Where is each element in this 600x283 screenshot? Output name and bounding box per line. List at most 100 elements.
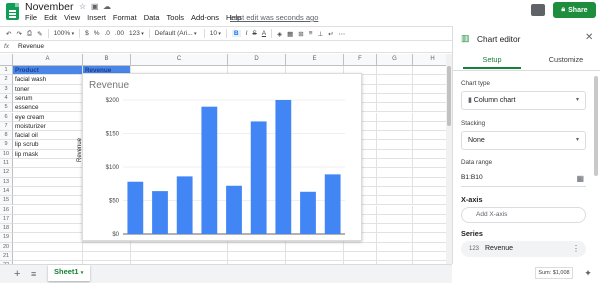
bar-eye-cream[interactable] bbox=[226, 185, 242, 234]
zoom-select[interactable]: 100% bbox=[54, 30, 75, 37]
row-header[interactable]: 6 bbox=[0, 112, 13, 122]
bar-essence[interactable] bbox=[201, 106, 218, 234]
table-cell[interactable] bbox=[413, 206, 446, 215]
menu-edit[interactable]: Edit bbox=[44, 13, 57, 23]
table-cell[interactable] bbox=[13, 168, 83, 178]
table-cell[interactable] bbox=[413, 215, 446, 225]
table-cell[interactable] bbox=[13, 205, 83, 215]
more-options-icon[interactable]: ⋮ bbox=[572, 241, 580, 257]
row-header[interactable]: 19 bbox=[0, 233, 13, 243]
column-header-a[interactable]: A bbox=[13, 54, 83, 66]
italic-button[interactable]: I bbox=[246, 30, 248, 37]
table-cell[interactable] bbox=[413, 75, 446, 85]
table-cell[interactable] bbox=[377, 186, 413, 197]
row-header[interactable]: 20 bbox=[0, 242, 13, 252]
all-sheets-button[interactable]: ≡ bbox=[31, 269, 36, 279]
table-cell[interactable] bbox=[13, 242, 83, 252]
column-header-b[interactable]: B bbox=[83, 54, 131, 66]
menu-data[interactable]: Data bbox=[144, 13, 160, 23]
table-cell[interactable] bbox=[377, 159, 413, 169]
text-wrap-icon[interactable]: ↵ bbox=[328, 30, 333, 38]
row-header[interactable]: 18 bbox=[0, 224, 13, 234]
table-cell[interactable] bbox=[344, 242, 377, 252]
currency-format-button[interactable]: $ bbox=[85, 30, 89, 37]
table-cell[interactable] bbox=[377, 205, 413, 215]
sheets-logo-icon[interactable] bbox=[6, 3, 19, 20]
table-cell[interactable] bbox=[377, 252, 413, 262]
table-cell[interactable] bbox=[377, 121, 413, 132]
decrease-decimal-button[interactable]: .0 bbox=[105, 30, 110, 37]
table-cell[interactable] bbox=[377, 196, 413, 206]
share-button[interactable]: 🔒︎ Share bbox=[553, 2, 596, 18]
table-cell[interactable]: lip scrub bbox=[13, 140, 83, 150]
row-header[interactable]: 5 bbox=[0, 103, 13, 113]
data-range-input[interactable]: B1:B10 ▦ bbox=[461, 170, 586, 187]
row-header[interactable]: 21 bbox=[0, 252, 13, 262]
fill-color-icon[interactable]: ◈ bbox=[277, 30, 282, 38]
table-cell[interactable] bbox=[83, 252, 131, 262]
row-header[interactable]: 1 bbox=[0, 66, 13, 76]
close-icon[interactable]: ✕ bbox=[585, 32, 593, 43]
column-header-f[interactable]: F bbox=[344, 54, 377, 66]
row-header[interactable]: 4 bbox=[0, 93, 13, 104]
undo-icon[interactable]: ↶ bbox=[6, 30, 11, 38]
menu-insert[interactable]: Insert bbox=[87, 13, 106, 23]
table-cell[interactable] bbox=[13, 252, 83, 262]
table-cell[interactable] bbox=[13, 224, 83, 234]
table-cell[interactable] bbox=[377, 112, 413, 122]
table-cell[interactable] bbox=[13, 159, 83, 169]
table-cell[interactable] bbox=[344, 252, 377, 262]
align-vertical-icon[interactable]: ⊥ bbox=[317, 30, 323, 38]
select-range-icon[interactable]: ▦ bbox=[576, 171, 584, 186]
text-color-button[interactable]: A bbox=[262, 30, 266, 37]
table-cell[interactable] bbox=[377, 75, 413, 85]
more-formats-select[interactable]: 123 bbox=[129, 30, 144, 37]
column-header-c[interactable]: C bbox=[131, 54, 228, 66]
bar-toner[interactable] bbox=[152, 191, 168, 234]
table-cell[interactable] bbox=[377, 224, 413, 234]
table-cell[interactable] bbox=[286, 252, 344, 262]
table-cell[interactable] bbox=[413, 252, 446, 262]
table-cell[interactable]: toner bbox=[13, 84, 83, 94]
explore-icon[interactable]: ✦ bbox=[582, 267, 594, 279]
paint-format-icon[interactable]: ✎ bbox=[37, 30, 42, 38]
table-cell[interactable] bbox=[413, 233, 446, 243]
table-cell[interactable] bbox=[377, 214, 413, 225]
table-cell[interactable] bbox=[131, 252, 228, 262]
table-cell[interactable]: serum bbox=[13, 93, 83, 104]
column-header-h[interactable]: H bbox=[413, 54, 446, 66]
editor-scrollbar[interactable] bbox=[594, 76, 598, 176]
table-cell[interactable] bbox=[413, 140, 446, 150]
merge-cells-icon[interactable]: ⊞ bbox=[298, 30, 303, 38]
chevron-down-icon[interactable]: ▾ bbox=[81, 270, 84, 276]
document-title[interactable]: November bbox=[25, 1, 73, 13]
comments-icon[interactable] bbox=[531, 4, 545, 16]
table-cell[interactable] bbox=[413, 85, 446, 94]
strikethrough-button[interactable]: S bbox=[252, 30, 256, 37]
scrollbar-thumb[interactable] bbox=[447, 66, 451, 126]
table-cell[interactable] bbox=[413, 196, 446, 206]
percent-format-button[interactable]: % bbox=[94, 30, 100, 37]
font-size-select[interactable]: 10 bbox=[210, 30, 221, 37]
table-cell[interactable] bbox=[413, 224, 446, 234]
table-cell[interactable] bbox=[13, 214, 83, 225]
table-cell[interactable] bbox=[413, 178, 446, 187]
sheet-tab[interactable]: Sheet1 ▾ bbox=[48, 265, 90, 281]
table-cell[interactable] bbox=[413, 159, 446, 169]
font-select[interactable]: Default (Ari... bbox=[155, 30, 199, 37]
bar-moisturizer[interactable] bbox=[250, 121, 267, 234]
row-header[interactable]: 3 bbox=[0, 84, 13, 94]
embedded-chart[interactable]: Revenue Revenue $0 $50 $100 $150 $200 bbox=[77, 73, 362, 241]
bar-facial-oil[interactable] bbox=[275, 100, 292, 234]
table-cell[interactable] bbox=[377, 93, 413, 104]
menu-format[interactable]: Format bbox=[113, 13, 137, 23]
menu-tools[interactable]: Tools bbox=[167, 13, 185, 23]
menu-view[interactable]: View bbox=[64, 13, 80, 23]
table-cell[interactable]: eye cream bbox=[13, 112, 83, 122]
table-cell[interactable] bbox=[413, 103, 446, 113]
column-header-e[interactable]: E bbox=[286, 54, 344, 66]
table-cell[interactable] bbox=[377, 149, 413, 159]
table-cell[interactable] bbox=[413, 113, 446, 122]
bar-serum[interactable] bbox=[176, 176, 193, 234]
table-cell[interactable] bbox=[377, 177, 413, 187]
